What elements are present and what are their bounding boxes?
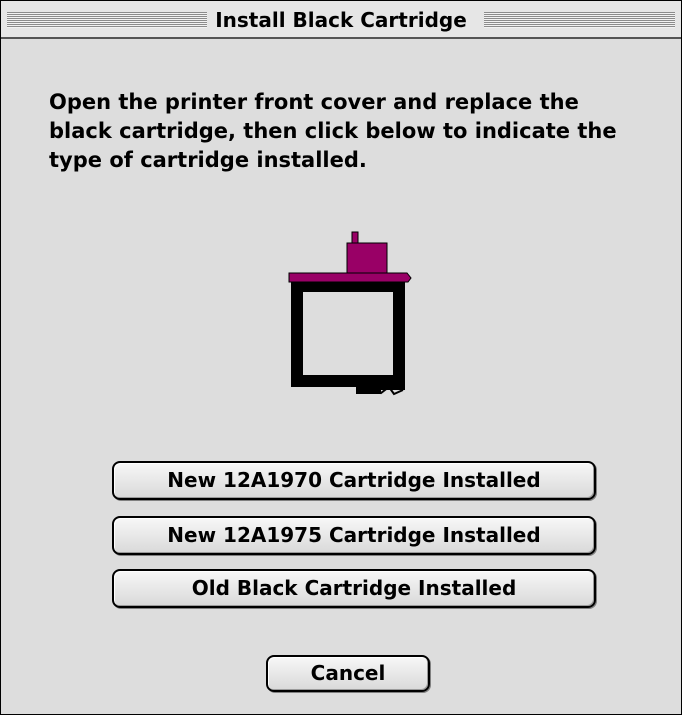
old-black-cartridge-button[interactable]: Old Black Cartridge Installed xyxy=(112,569,596,608)
instruction-text: Open the printer front cover and replace… xyxy=(49,90,617,172)
cancel-button[interactable]: Cancel xyxy=(266,655,430,692)
new-12a1975-cartridge-button[interactable]: New 12A1975 Cartridge Installed xyxy=(112,516,596,555)
install-black-cartridge-dialog: Install Black Cartridge Open the printer… xyxy=(0,0,682,715)
ink-cartridge-icon xyxy=(288,231,412,396)
title-bar[interactable]: Install Black Cartridge xyxy=(1,1,681,39)
cartridge-top xyxy=(288,231,412,283)
dialog-title-container: Install Black Cartridge xyxy=(1,8,681,32)
new-12a1970-cartridge-button[interactable]: New 12A1970 Cartridge Installed xyxy=(112,461,596,500)
cartridge-body xyxy=(291,282,405,396)
dialog-title: Install Black Cartridge xyxy=(207,8,475,32)
